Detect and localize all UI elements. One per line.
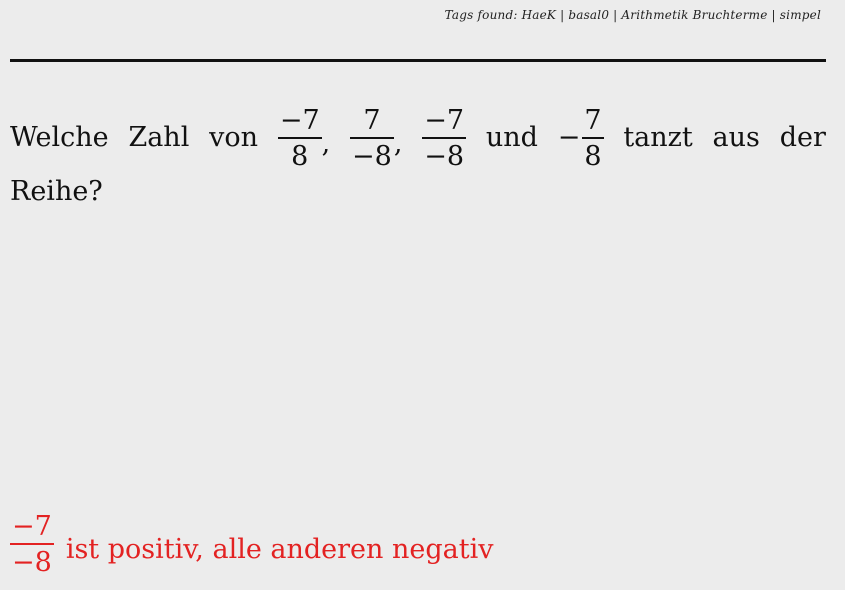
question-line-1: Welche Zahl von −7 8 , 7 −8 , −7 −8 und — [10, 102, 826, 174]
fraction-group-1: −7 8 , — [277, 104, 331, 172]
horizontal-rule — [10, 59, 826, 62]
fraction-denominator: −8 — [424, 140, 465, 172]
fraction-numerator: −7 — [424, 104, 465, 136]
comma: , — [393, 128, 403, 160]
fraction-group-2: 7 −8 , — [350, 107, 402, 170]
fraction-2: 7 −8 — [350, 107, 394, 170]
question-word: Zahl — [128, 122, 190, 154]
question-word: tanzt — [623, 122, 693, 154]
answer-explanation: ist positiv, alle anderen negativ — [65, 534, 494, 565]
tags-header: Tags found: HaeK | basal0 | Arithmetik B… — [444, 8, 821, 22]
fraction-denominator: −8 — [352, 140, 392, 172]
question-word: Welche — [10, 122, 109, 154]
fraction-numerator: 7 — [584, 104, 602, 136]
fraction-denominator: 8 — [291, 140, 309, 172]
comma: , — [321, 128, 331, 160]
question-word: von — [209, 122, 259, 154]
fraction-numerator: −7 — [279, 104, 320, 136]
question-word: aus — [712, 122, 760, 154]
fraction-4: 7 8 — [582, 104, 604, 172]
question-line-2: Reihe? — [10, 176, 103, 207]
fraction-1: −7 8 — [277, 104, 322, 172]
fraction-numerator: 7 — [363, 104, 381, 136]
answer-text: −7 −8 ist positiv, alle anderen negativ — [10, 513, 494, 576]
question-word: der — [779, 122, 826, 154]
fraction-denominator: 8 — [584, 140, 602, 172]
fraction-denominator: −8 — [12, 547, 52, 578]
fraction-numerator: −7 — [12, 511, 52, 542]
question-word: und — [485, 122, 538, 154]
fraction-3: −7 −8 — [422, 104, 467, 172]
answer-fraction: −7 −8 — [10, 513, 54, 576]
question-text: Welche Zahl von −7 8 , 7 −8 , −7 −8 und — [10, 102, 826, 208]
minus-sign: − — [557, 122, 581, 154]
fraction-group-4: − 7 8 — [558, 107, 604, 170]
